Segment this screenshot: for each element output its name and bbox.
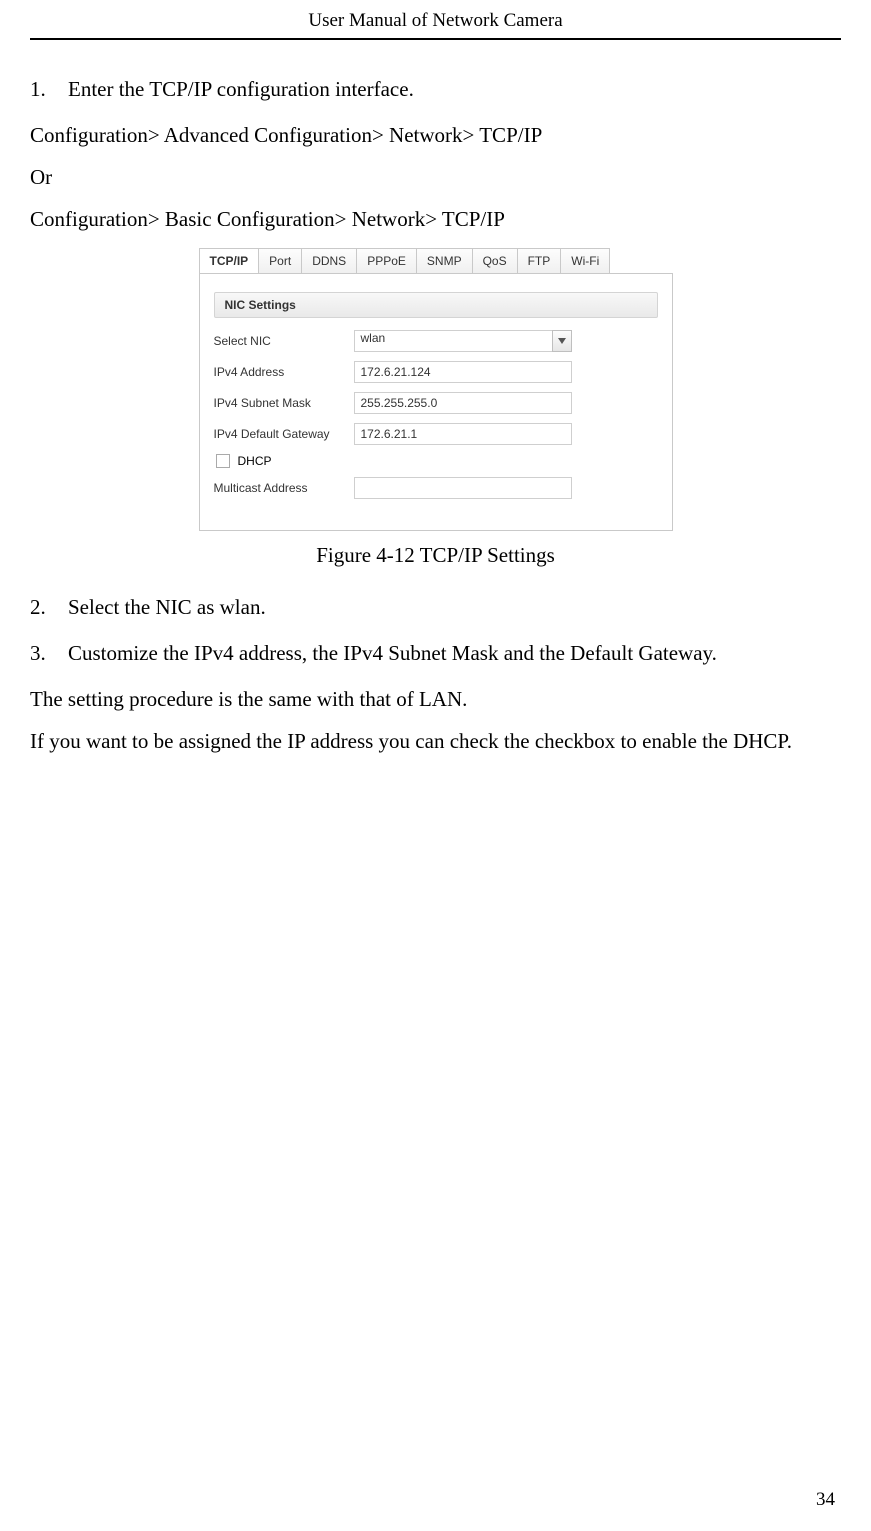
- label-select-nic: Select NIC: [214, 334, 354, 348]
- page-header: User Manual of Network Camera: [30, 10, 841, 40]
- row-multicast: Multicast Address: [214, 477, 658, 499]
- tab-ddns[interactable]: DDNS: [301, 248, 357, 273]
- select-nic-value: wlan: [354, 330, 552, 352]
- step-2-number: 2.: [30, 586, 50, 628]
- tab-tcpip[interactable]: TCP/IP: [199, 248, 260, 273]
- select-nic-dropdown[interactable]: wlan: [354, 330, 572, 352]
- page-number: 34: [816, 1489, 835, 1511]
- row-select-nic: Select NIC wlan: [214, 330, 658, 352]
- label-multicast: Multicast Address: [214, 481, 354, 495]
- input-ipv4-address[interactable]: [354, 361, 572, 383]
- step-1: 1. Enter the TCP/IP configuration interf…: [30, 68, 841, 110]
- paragraph-same-procedure: The setting procedure is the same with t…: [30, 678, 841, 720]
- row-dhcp: DHCP: [214, 454, 658, 468]
- step-3-number: 3.: [30, 632, 50, 674]
- dropdown-button[interactable]: [552, 330, 572, 352]
- row-ipv4-address: IPv4 Address: [214, 361, 658, 383]
- step-1-number: 1.: [30, 68, 50, 110]
- chevron-down-icon: [558, 338, 566, 344]
- step-2-text: Select the NIC as wlan.: [68, 586, 266, 628]
- label-ipv4-mask: IPv4 Subnet Mask: [214, 396, 354, 410]
- step-2: 2. Select the NIC as wlan.: [30, 586, 841, 628]
- nav-path-1: Configuration> Advanced Configuration> N…: [30, 114, 841, 156]
- input-multicast[interactable]: [354, 477, 572, 499]
- step-1-text: Enter the TCP/IP configuration interface…: [68, 68, 414, 110]
- settings-panel: NIC Settings Select NIC wlan IPv4 Addres…: [199, 274, 673, 531]
- tab-qos[interactable]: QoS: [472, 248, 518, 273]
- or-text: Or: [30, 156, 841, 198]
- label-dhcp: DHCP: [238, 454, 272, 468]
- tab-bar: TCP/IP Port DDNS PPPoE SNMP QoS FTP Wi-F…: [199, 248, 673, 274]
- tab-pppoe[interactable]: PPPoE: [356, 248, 417, 273]
- tab-wifi[interactable]: Wi-Fi: [560, 248, 610, 273]
- input-ipv4-gateway[interactable]: [354, 423, 572, 445]
- input-ipv4-mask[interactable]: [354, 392, 572, 414]
- figure-caption: Figure 4-12 TCP/IP Settings: [30, 543, 841, 568]
- tab-snmp[interactable]: SNMP: [416, 248, 473, 273]
- label-ipv4-address: IPv4 Address: [214, 365, 354, 379]
- step-3: 3. Customize the IPv4 address, the IPv4 …: [30, 632, 841, 674]
- body-content-2: 2. Select the NIC as wlan. 3. Customize …: [30, 586, 841, 762]
- checkbox-dhcp[interactable]: [216, 454, 230, 468]
- tab-ftp[interactable]: FTP: [517, 248, 562, 273]
- section-title: NIC Settings: [214, 292, 658, 318]
- row-ipv4-gateway: IPv4 Default Gateway: [214, 423, 658, 445]
- figure-screenshot: TCP/IP Port DDNS PPPoE SNMP QoS FTP Wi-F…: [199, 248, 673, 531]
- paragraph-dhcp: If you want to be assigned the IP addres…: [30, 720, 841, 762]
- step-3-text: Customize the IPv4 address, the IPv4 Sub…: [68, 632, 717, 674]
- nav-path-2: Configuration> Basic Configuration> Netw…: [30, 198, 841, 240]
- row-ipv4-mask: IPv4 Subnet Mask: [214, 392, 658, 414]
- label-ipv4-gateway: IPv4 Default Gateway: [214, 427, 354, 441]
- body-content: 1. Enter the TCP/IP configuration interf…: [30, 68, 841, 240]
- tab-port[interactable]: Port: [258, 248, 302, 273]
